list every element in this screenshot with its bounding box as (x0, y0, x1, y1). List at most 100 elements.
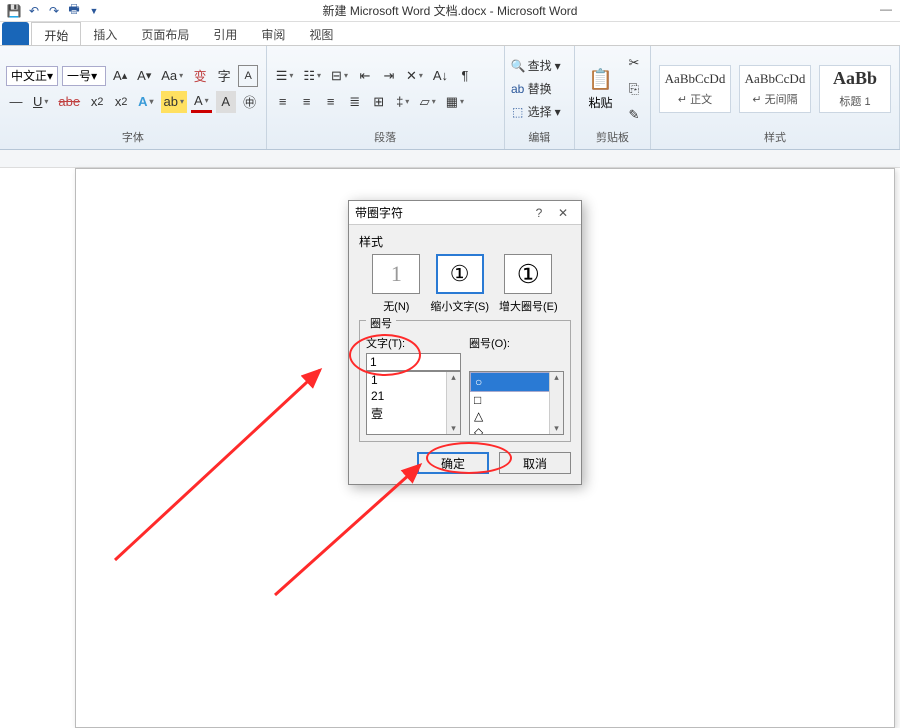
style-option-enlarge[interactable]: ① 增大圈号(E) (499, 254, 558, 314)
circle-fieldset: 圈号 文字(T): 1 21 壹 ▴▾ 圈号(O): ○ (359, 320, 571, 442)
tab-view[interactable]: 视图 (297, 22, 345, 45)
style-option-none[interactable]: 1 无(N) (372, 254, 420, 314)
number-list-icon[interactable]: ☷▾ (300, 65, 324, 87)
sort-icon[interactable]: A↓ (430, 65, 451, 87)
style-none-label: 无(N) (383, 298, 409, 314)
show-marks-icon[interactable]: ¶ (455, 65, 475, 87)
format-painter-icon[interactable]: ✎ (624, 104, 644, 126)
ok-button[interactable]: 确定 (417, 452, 489, 474)
style-label: ↵ 正文 (678, 91, 712, 107)
text-listbox[interactable]: 1 21 壹 ▴▾ (366, 371, 461, 435)
group-styles: AaBbCcDd ↵ 正文 AaBbCcDd ↵ 无间隔 AaBb 标题 1 样… (651, 46, 900, 149)
copy-icon[interactable]: ⎘ (624, 78, 644, 100)
font-color-icon[interactable]: A▾ (191, 91, 212, 113)
style-preview: AaBb (833, 68, 877, 89)
style-nospacing[interactable]: AaBbCcDd ↵ 无间隔 (739, 65, 811, 113)
style-label: 标题 1 (839, 93, 870, 109)
align-center-icon[interactable]: ≡ (297, 91, 317, 113)
bold-icon[interactable]: — (6, 91, 26, 113)
tab-layout[interactable]: 页面布局 (129, 22, 201, 45)
tab-review[interactable]: 审阅 (249, 22, 297, 45)
style-label: ↵ 无间隔 (752, 91, 797, 107)
group-paragraph: ☰▾ ☷▾ ⊟▾ ⇤ ⇥ ✕▾ A↓ ¶ ≡ ≡ ≡ ≣ ⊞ ‡▾ ▱▾ ▦▾ … (267, 46, 505, 149)
borders-icon[interactable]: ▦▾ (443, 91, 467, 113)
cancel-button[interactable]: 取消 (499, 452, 571, 474)
char-shading-icon[interactable]: A (216, 91, 236, 113)
dialog-title: 带圈字符 (355, 204, 527, 221)
cut-icon[interactable]: ✂ (624, 52, 644, 74)
style-normal[interactable]: AaBbCcDd ↵ 正文 (659, 65, 731, 113)
increase-indent-icon[interactable]: ⇥ (379, 65, 399, 87)
enclosed-char-dialog: 带圈字符 ? ✕ 样式 1 无(N) ① 缩小文字(S) ① 增大圈号(E) 圈… (348, 200, 582, 485)
title-bar: 💾 ↶ ↷ 🖶 ▼ 新建 Microsoft Word 文档.docx - Mi… (0, 0, 900, 22)
change-case-icon[interactable]: Aa▾ (158, 65, 186, 87)
style-none-preview: 1 (372, 254, 420, 294)
window-title: 新建 Microsoft Word 文档.docx - Microsoft Wo… (323, 2, 578, 19)
ruler[interactable] (0, 150, 900, 168)
style-option-shrink[interactable]: ① 缩小文字(S) (430, 254, 489, 314)
replace-icon: ab (511, 82, 525, 96)
group-clipboard: 📋 粘贴 ✂ ⎘ ✎ 剪贴板 (575, 46, 651, 149)
enclose-char-icon[interactable]: 字 (214, 65, 234, 87)
superscript-icon[interactable]: x2 (111, 91, 131, 113)
print-preview-icon[interactable]: 🖶 (66, 3, 82, 19)
multilevel-list-icon[interactable]: ⊟▾ (328, 65, 351, 87)
distributed-icon[interactable]: ⊞ (369, 91, 389, 113)
phonetic-guide-icon[interactable]: 变 (190, 65, 210, 87)
bullet-list-icon[interactable]: ☰▾ (273, 65, 297, 87)
group-editing: 🔍查找▾ ab替换 ⬚选择▾ 编辑 (505, 46, 575, 149)
shrink-font-icon[interactable]: A▾ (134, 65, 154, 87)
text-field-label: 文字(T): (366, 335, 461, 351)
minimize-icon[interactable]: — (880, 2, 892, 16)
justify-icon[interactable]: ≣ (345, 91, 365, 113)
align-left-icon[interactable]: ≡ (273, 91, 293, 113)
group-label-paragraph: 段落 (273, 127, 498, 147)
highlight-icon[interactable]: ab▾ (161, 91, 187, 113)
subscript-icon[interactable]: x2 (87, 91, 107, 113)
tab-home[interactable]: 开始 (31, 22, 81, 45)
paste-icon: 📋 (588, 67, 613, 92)
undo-icon[interactable]: ↶ (26, 3, 42, 19)
dialog-titlebar: 带圈字符 ? ✕ (349, 201, 581, 225)
enclosed-char-icon[interactable]: ㊥ (240, 91, 260, 113)
redo-icon[interactable]: ↷ (46, 3, 62, 19)
tab-references[interactable]: 引用 (201, 22, 249, 45)
style-heading1[interactable]: AaBb 标题 1 (819, 65, 891, 113)
style-enlarge-preview: ① (504, 254, 552, 294)
grow-font-icon[interactable]: A▴ (110, 65, 130, 87)
style-preview: AaBbCcDd (745, 71, 806, 87)
font-name-select[interactable]: 中文正▾ (6, 66, 58, 86)
align-right-icon[interactable]: ≡ (321, 91, 341, 113)
tab-insert[interactable]: 插入 (81, 22, 129, 45)
asian-layout-icon[interactable]: ✕▾ (403, 65, 426, 87)
dialog-buttons: 确定 取消 (359, 452, 571, 474)
style-shrink-label: 缩小文字(S) (430, 298, 489, 314)
ribbon: 中文正▾ 一号▾ A▴ A▾ Aa▾ 变 字 A — U▾ abe x2 x2 … (0, 46, 900, 150)
style-options: 1 无(N) ① 缩小文字(S) ① 增大圈号(E) (359, 254, 571, 314)
file-tab[interactable] (2, 22, 29, 45)
shading-icon[interactable]: ▱▾ (417, 91, 439, 113)
scrollbar[interactable]: ▴▾ (549, 372, 563, 434)
strikethrough-icon[interactable]: abe (55, 91, 83, 113)
paste-button[interactable]: 📋 粘贴 (581, 67, 620, 111)
find-button[interactable]: 🔍查找▾ (511, 57, 568, 74)
line-spacing-icon[interactable]: ‡▾ (393, 91, 413, 113)
quick-access-toolbar: 💾 ↶ ↷ 🖶 ▼ (0, 3, 108, 19)
select-icon: ⬚ (511, 105, 525, 119)
save-icon[interactable]: 💾 (6, 3, 22, 19)
font-size-select[interactable]: 一号▾ (62, 66, 106, 86)
text-effects-icon[interactable]: A▾ (135, 91, 156, 113)
paste-label: 粘贴 (588, 94, 612, 111)
circle-listbox[interactable]: ○ □ △ ◇ ▴▾ (469, 371, 564, 435)
underline-icon[interactable]: U▾ (30, 91, 51, 113)
text-input[interactable] (366, 353, 461, 371)
help-icon[interactable]: ? (527, 206, 551, 220)
qat-dropdown-icon[interactable]: ▼ (86, 3, 102, 19)
decrease-indent-icon[interactable]: ⇤ (355, 65, 375, 87)
replace-button[interactable]: ab替换 (511, 80, 568, 97)
select-button[interactable]: ⬚选择▾ (511, 103, 568, 120)
scrollbar[interactable]: ▴▾ (446, 372, 460, 434)
char-border-icon[interactable]: A (238, 65, 258, 87)
style-preview: AaBbCcDd (665, 71, 726, 87)
close-icon[interactable]: ✕ (551, 206, 575, 220)
